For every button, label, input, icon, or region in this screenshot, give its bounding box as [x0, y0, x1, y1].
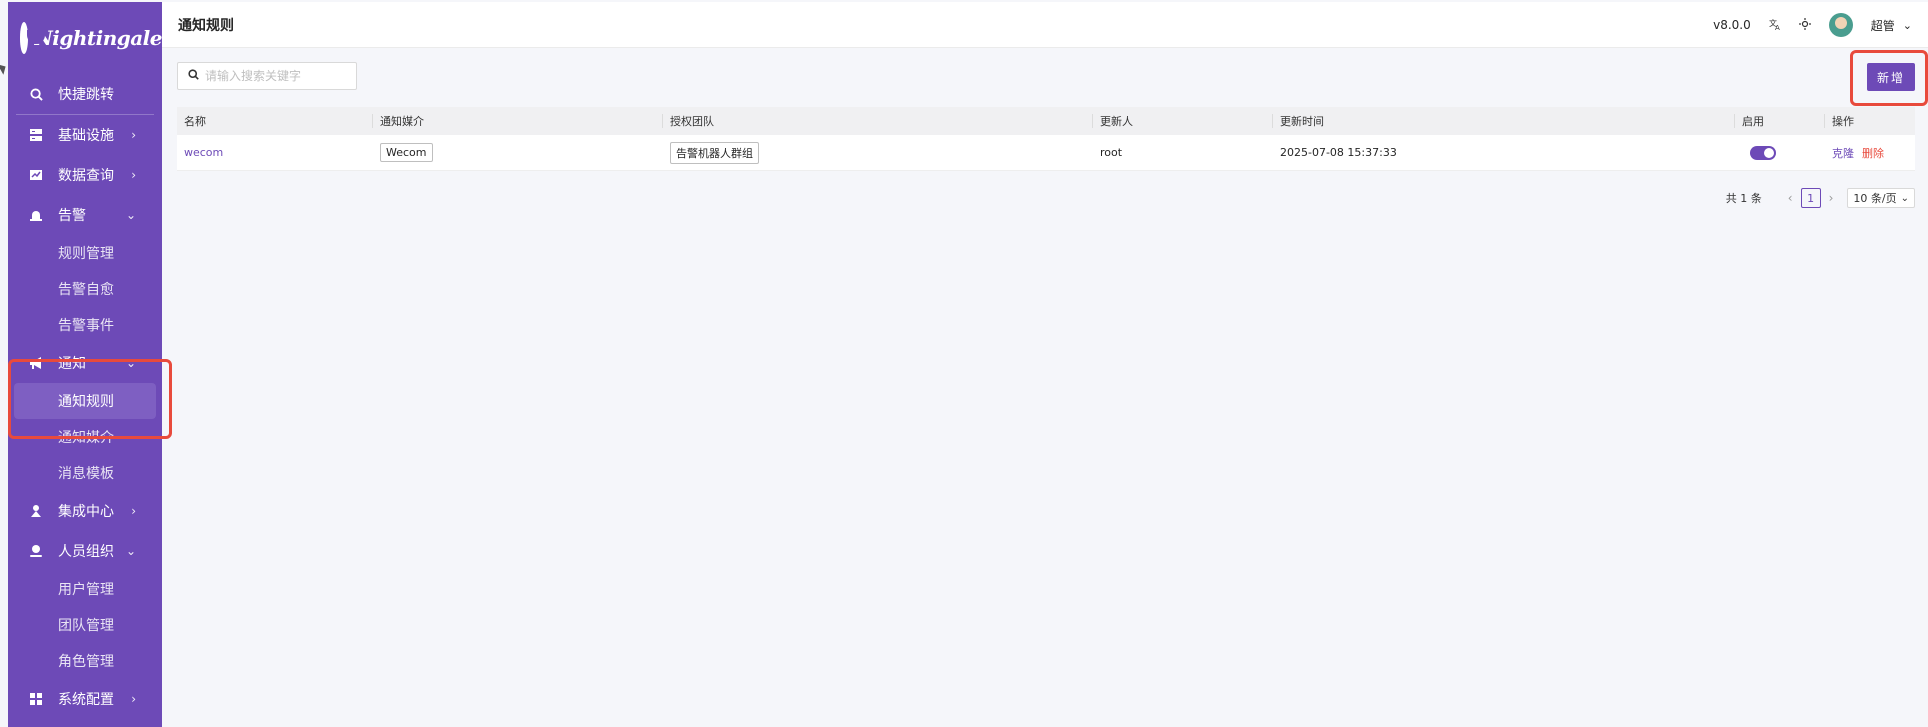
user-icon	[28, 543, 44, 559]
column-header-updated-at: 更新时间	[1273, 107, 1735, 135]
sidebar-item-label: 基础设施	[58, 128, 114, 144]
sidebar-subitem-role-management[interactable]: 角色管理	[8, 643, 162, 679]
team-tag: 告警机器人群组	[670, 141, 759, 164]
page-size-select[interactable]: 10 条/页 ⌄	[1847, 188, 1915, 208]
user-name: 超管	[1870, 18, 1895, 33]
page-title: 通知规则	[178, 17, 234, 34]
logo[interactable]: Nightingale	[8, 2, 162, 74]
sidebar-subitem-notification-media[interactable]: 通知媒介	[8, 419, 162, 455]
sidebar-subitem-alarm-self-heal[interactable]: 告警自愈	[8, 271, 162, 307]
integration-icon	[28, 503, 44, 519]
table-row: wecom Wecom 告警机器人群组 root 2025-07-08 15:3…	[177, 135, 1915, 171]
column-header-team: 授权团队	[663, 107, 1093, 135]
chevron-down-icon: ⌄	[1902, 18, 1912, 32]
table-header: 名称 通知媒介 授权团队 更新人 更新时间 启用 操作	[177, 107, 1915, 135]
sidebar-item-quick-jump[interactable]: 快捷跳转	[8, 74, 162, 114]
chevron-right-icon: ›	[131, 504, 136, 518]
header-actions: v8.0.0 文A 超管 ⌄	[1695, 2, 1912, 48]
enabled-toggle[interactable]	[1750, 145, 1776, 160]
sidebar-item-label: 人员组织	[58, 544, 114, 560]
column-header-media: 通知媒介	[373, 107, 663, 135]
sidebar-item-people-org[interactable]: 人员组织 ⌄	[8, 531, 162, 571]
add-button[interactable]: 新增	[1867, 63, 1915, 91]
sidebar-item-system-config[interactable]: 系统配置 ›	[8, 679, 162, 719]
sidebar: Nightingale 快捷跳转 基础设施 › 数据查询 › 告警 ⌄ 规则管理…	[8, 2, 162, 727]
prev-page-icon[interactable]: ‹	[1788, 191, 1793, 205]
chart-icon	[28, 167, 44, 183]
cell-media: Wecom	[373, 135, 663, 170]
chevron-right-icon: ›	[131, 168, 136, 182]
avatar[interactable]	[1828, 13, 1853, 37]
sidebar-item-integration-center[interactable]: 集成中心 ›	[8, 491, 162, 531]
theme-sun-icon[interactable]	[1798, 17, 1811, 33]
column-header-enabled: 启用	[1735, 107, 1825, 135]
sidebar-item-label: 通知	[58, 356, 86, 372]
sidebar-item-label: 数据查询	[58, 168, 114, 184]
sidebar-subitem-notification-rules[interactable]: 通知规则	[14, 383, 156, 419]
user-menu[interactable]: 超管 ⌄	[1871, 17, 1912, 34]
sidebar-item-label: 快捷跳转	[58, 87, 114, 103]
cell-updated-at: 2025-07-08 15:37:33	[1280, 146, 1397, 159]
translate-icon[interactable]: 文A	[1769, 18, 1781, 33]
sidebar-subitem-rule-management[interactable]: 规则管理	[8, 235, 162, 271]
cell-updater: root	[1100, 146, 1123, 159]
chevron-down-icon: ⌄	[1900, 192, 1909, 204]
server-icon	[28, 127, 44, 143]
next-page-icon[interactable]: ›	[1829, 191, 1834, 205]
megaphone-icon	[28, 355, 44, 371]
sidebar-subitem-alarm-events[interactable]: 告警事件	[8, 307, 162, 343]
cell-team: 告警机器人群组	[663, 135, 1093, 170]
rule-name-link[interactable]: wecom	[184, 146, 223, 159]
media-tag: Wecom	[380, 143, 433, 162]
sidebar-item-infrastructure[interactable]: 基础设施 ›	[8, 115, 162, 155]
delete-link[interactable]: 删除	[1862, 145, 1884, 161]
sidebar-item-data-query[interactable]: 数据查询 ›	[8, 155, 162, 195]
search-input[interactable]	[205, 69, 345, 83]
page-size-value: 10 条/页	[1853, 192, 1897, 205]
chevron-down-icon: ⌄	[125, 356, 136, 370]
clone-link[interactable]: 克隆	[1832, 145, 1854, 161]
rules-table: 名称 通知媒介 授权团队 更新人 更新时间 启用 操作 wecom Wecom …	[177, 107, 1915, 171]
cell-name: wecom	[177, 135, 373, 170]
sidebar-subitem-message-templates[interactable]: 消息模板	[8, 455, 162, 491]
grid-icon	[28, 691, 44, 707]
pagination-total: 共 1 条	[1725, 192, 1762, 205]
chevron-right-icon: ›	[131, 128, 136, 142]
sidebar-subitem-user-management[interactable]: 用户管理	[8, 571, 162, 607]
alarm-icon	[28, 207, 44, 223]
search-icon	[28, 86, 44, 102]
nightingale-logo-icon	[20, 22, 47, 54]
sidebar-subitem-team-management[interactable]: 团队管理	[8, 607, 162, 643]
cell-enabled	[1735, 135, 1825, 170]
page-number-current[interactable]: 1	[1800, 188, 1821, 208]
top-header: 通知规则 v8.0.0 文A 超管 ⌄	[162, 2, 1928, 48]
sidebar-item-label: 告警	[58, 208, 86, 224]
sidebar-item-label: 系统配置	[58, 692, 114, 708]
sidebar-item-notification[interactable]: 通知 ⌄	[8, 343, 162, 383]
chevron-down-icon: ⌄	[125, 208, 136, 222]
chevron-down-icon: ⌄	[125, 544, 136, 558]
pagination: 共 1 条 ‹ 1 › 10 条/页 ⌄	[1726, 188, 1915, 208]
cell-actions: 克隆 删除	[1825, 135, 1915, 170]
sidebar-item-alarm[interactable]: 告警 ⌄	[8, 195, 162, 235]
column-header-updater: 更新人	[1093, 107, 1273, 135]
sidebar-item-label: 集成中心	[58, 504, 114, 520]
search-box[interactable]	[177, 62, 357, 90]
svg-text:A: A	[1775, 24, 1780, 30]
column-header-name: 名称	[177, 107, 373, 135]
logo-text: Nightingale	[34, 26, 162, 50]
search-icon	[188, 69, 199, 83]
column-header-actions: 操作	[1832, 115, 1854, 128]
version-label: v8.0.0	[1713, 18, 1751, 32]
chevron-right-icon: ›	[131, 692, 136, 706]
